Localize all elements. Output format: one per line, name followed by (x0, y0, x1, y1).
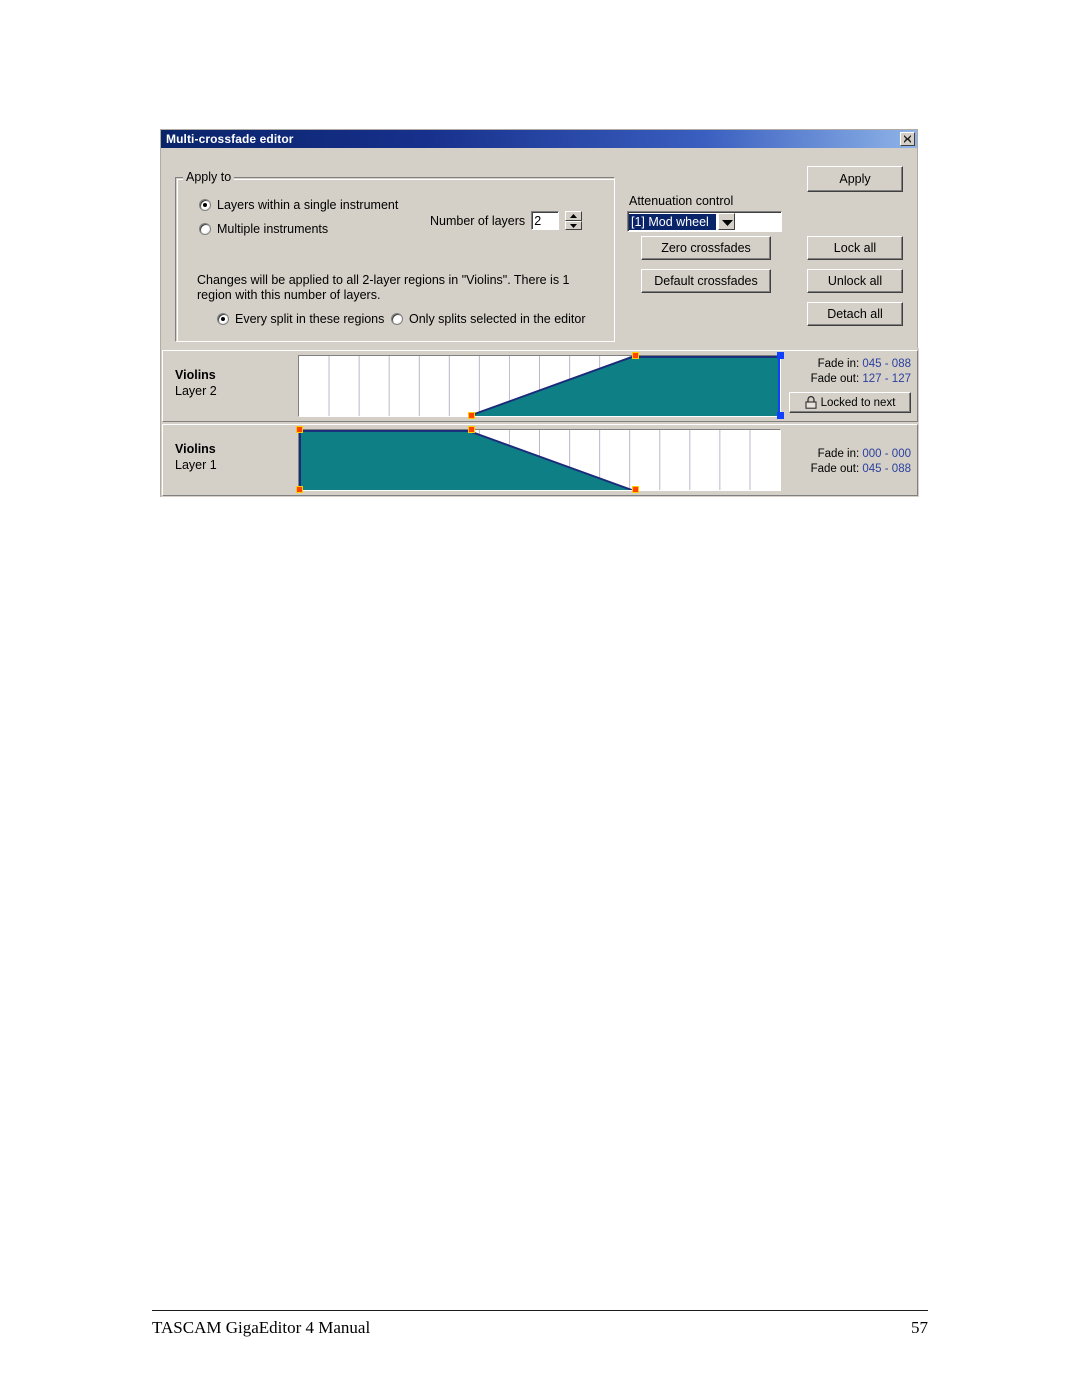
default-crossfades-button[interactable]: Default crossfades (641, 269, 771, 293)
padlock-icon (805, 396, 817, 409)
radio-label: Layers within a single instrument (217, 198, 399, 212)
selection-handle[interactable] (777, 412, 784, 419)
radio-label: Every split in these regions (235, 312, 385, 326)
fade-in-value: 045 - 088 (862, 358, 911, 370)
chevron-down-icon[interactable] (718, 213, 735, 230)
apply-description: Changes will be applied to all 2-layer r… (197, 273, 570, 302)
radio-indicator[interactable] (217, 313, 229, 325)
stepper-buttons[interactable] (565, 211, 583, 230)
radio-only-splits-selected-in-editor[interactable]: Only splits selected in the editor (391, 312, 585, 326)
envelope-handle[interactable] (468, 426, 475, 433)
locked-to-next-button[interactable]: Locked to next (789, 392, 911, 413)
dialog-title: Multi-crossfade editor (166, 132, 294, 146)
fade-out-label: Fade out: (810, 373, 860, 385)
unlock-all-button[interactable]: Unlock all (807, 269, 903, 293)
radio-indicator[interactable] (199, 223, 211, 235)
fade-in-value: 000 - 000 (862, 448, 911, 460)
radio-label: Only splits selected in the editor (409, 312, 586, 326)
radio-layers-within-single-instrument[interactable]: Layers within a single instrument (199, 198, 398, 212)
crossfade-graph-layer-1[interactable] (296, 426, 781, 493)
attenuation-control-combobox[interactable]: [1] Mod wheel (627, 211, 782, 232)
caret-up-icon[interactable] (565, 211, 583, 221)
layer-row[interactable]: Violins Layer 1 Fade in: 000 - 000 Fade … (162, 424, 918, 496)
layer-info: Violins Layer 1 (163, 425, 298, 495)
layer-instrument-name: Violins (175, 368, 216, 382)
dialog-body: Apply to Layers within a single instrume… (161, 148, 919, 497)
fade-in-label: Fade in: (817, 358, 860, 370)
envelope-handle[interactable] (468, 412, 475, 419)
multi-crossfade-editor-dialog: Multi-crossfade editor Apply to Layers w… (160, 129, 919, 497)
locked-to-next-label: Locked to next (820, 396, 896, 409)
layer-meta: Fade in: 045 - 088 Fade out: 127 - 127 L… (781, 351, 917, 421)
fade-out-row: Fade out: 127 - 127 (787, 372, 911, 387)
fade-in-row: Fade in: 045 - 088 (787, 357, 911, 372)
envelope-handle[interactable] (296, 486, 303, 493)
caret-down-icon[interactable] (565, 220, 583, 230)
crossfade-layers-panel: Violins Layer 2 Fade in: 045 - 088 Fade … (161, 348, 919, 497)
radio-indicator[interactable] (391, 313, 403, 325)
fade-out-region (299, 430, 632, 490)
layer-instrument-name: Violins (175, 442, 216, 456)
fade-in-label: Fade in: (817, 448, 860, 460)
radio-label: Multiple instruments (217, 222, 329, 236)
envelope-handle[interactable] (632, 352, 639, 359)
number-of-layers-stepper[interactable]: Number of layers 2 (430, 211, 583, 230)
zero-crossfades-button[interactable]: Zero crossfades (641, 236, 771, 260)
apply-button[interactable]: Apply (807, 166, 903, 192)
detach-all-button[interactable]: Detach all (807, 302, 903, 326)
close-icon[interactable] (900, 132, 915, 146)
attenuation-control-value[interactable]: [1] Mod wheel (629, 213, 716, 230)
fade-out-label: Fade out: (810, 463, 860, 475)
envelope-handle[interactable] (632, 486, 639, 493)
layer-row[interactable]: Violins Layer 2 Fade in: 045 - 088 Fade … (162, 350, 918, 422)
layer-info: Violins Layer 2 (163, 351, 298, 421)
radio-indicator[interactable] (199, 199, 211, 211)
number-of-layers-input[interactable]: 2 (531, 211, 560, 230)
fade-in-region (468, 356, 780, 416)
layer-index-label: Layer 2 (175, 384, 217, 398)
fade-out-row: Fade out: 045 - 088 (787, 462, 911, 477)
fade-out-value: 045 - 088 (862, 463, 911, 475)
radio-every-split-in-these-regions[interactable]: Every split in these regions (217, 312, 384, 326)
page-footer: TASCAM GigaEditor 4 Manual 57 (152, 1310, 928, 1338)
radio-multiple-instruments[interactable]: Multiple instruments (199, 222, 328, 236)
lock-all-button[interactable]: Lock all (807, 236, 903, 260)
footer-divider (152, 1310, 928, 1311)
footer-title: TASCAM GigaEditor 4 Manual (152, 1318, 371, 1337)
crossfade-graph-layer-2[interactable] (298, 352, 784, 419)
layer-index-label: Layer 1 (175, 458, 217, 472)
fade-out-value: 127 - 127 (862, 373, 911, 385)
dialog-titlebar[interactable]: Multi-crossfade editor (161, 130, 917, 148)
layer-meta: Fade in: 000 - 000 Fade out: 045 - 088 (781, 425, 917, 495)
attenuation-control-label: Attenuation control (629, 194, 734, 208)
fade-in-row: Fade in: 000 - 000 (787, 447, 911, 462)
apply-to-groupbox: Apply to Layers within a single instrume… (175, 170, 615, 342)
footer-page-number: 57 (911, 1318, 928, 1337)
groupbox-legend: Apply to (183, 170, 235, 184)
number-of-layers-label: Number of layers (430, 213, 526, 228)
envelope-handle[interactable] (296, 426, 303, 433)
selection-handle[interactable] (777, 352, 784, 359)
